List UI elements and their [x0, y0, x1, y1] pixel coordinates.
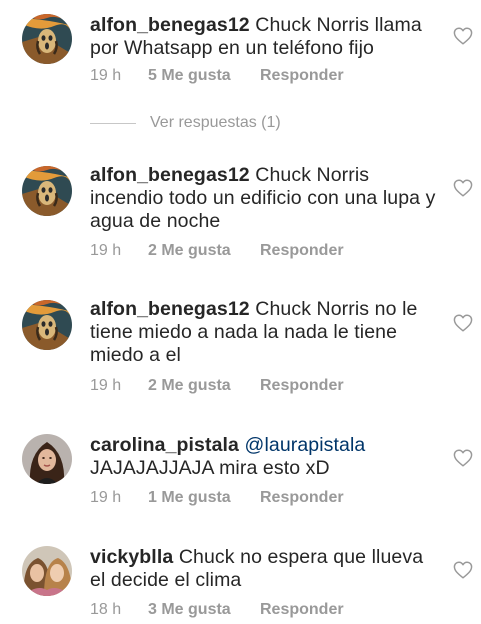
- reply-button[interactable]: Responder: [260, 601, 344, 619]
- comment-time: 18 h: [90, 601, 122, 618]
- comment-text: carolina_pistala @laurapistala JAJAJAJJA…: [90, 434, 440, 480]
- heart-icon[interactable]: [453, 561, 473, 579]
- comment-likes[interactable]: 1 Me gusta: [148, 489, 260, 507]
- avatar[interactable]: [22, 546, 72, 596]
- view-replies-label: Ver respuestas (1): [150, 114, 281, 131]
- comment-username[interactable]: carolina_pistala: [90, 434, 239, 456]
- comment-text: alfon_benegas12 Chuck Norris no le tiene…: [90, 298, 440, 367]
- avatar[interactable]: [22, 434, 72, 484]
- comment-mention[interactable]: @laurapistala: [245, 434, 366, 456]
- comment-username[interactable]: alfon_benegas12: [90, 164, 250, 186]
- heart-icon[interactable]: [453, 314, 473, 332]
- avatar[interactable]: [22, 14, 72, 64]
- comment-text: vickyblla Chuck no espera que llueva el …: [90, 546, 440, 592]
- comment-text: alfon_benegas12 Chuck Norris incendio to…: [90, 164, 440, 233]
- comment-username[interactable]: alfon_benegas12: [90, 298, 250, 320]
- reply-button[interactable]: Responder: [260, 242, 344, 260]
- comment-likes[interactable]: 3 Me gusta: [148, 601, 260, 619]
- reply-button[interactable]: Responder: [260, 67, 344, 85]
- comment-text: alfon_benegas12 Chuck Norris llama por W…: [90, 14, 440, 60]
- avatar[interactable]: [22, 300, 72, 350]
- comment-likes[interactable]: 2 Me gusta: [148, 242, 260, 260]
- comment-time: 19 h: [90, 377, 122, 394]
- reply-button[interactable]: Responder: [260, 377, 344, 395]
- comment-time: 19 h: [90, 242, 122, 259]
- comment-meta: 19 h 5 Me gusta Responder: [90, 67, 344, 85]
- view-replies-button[interactable]: Ver respuestas (1): [90, 114, 281, 136]
- replies-divider: [90, 122, 136, 124]
- avatar[interactable]: [22, 166, 72, 216]
- comment-username[interactable]: alfon_benegas12: [90, 14, 250, 36]
- heart-icon[interactable]: [453, 449, 473, 467]
- comment-body: JAJAJAJJAJA mira esto xD: [90, 457, 330, 479]
- comment-meta: 18 h 3 Me gusta Responder: [90, 601, 344, 619]
- reply-button[interactable]: Responder: [260, 489, 344, 507]
- comment-meta: 19 h 1 Me gusta Responder: [90, 489, 344, 507]
- comment-meta: 19 h 2 Me gusta Responder: [90, 242, 344, 260]
- comment-likes[interactable]: 5 Me gusta: [148, 67, 260, 85]
- comment-meta: 19 h 2 Me gusta Responder: [90, 377, 344, 395]
- comment-username[interactable]: vickyblla: [90, 546, 173, 568]
- heart-icon[interactable]: [453, 27, 473, 45]
- heart-icon[interactable]: [453, 179, 473, 197]
- comment-time: 19 h: [90, 67, 122, 84]
- comment-time: 19 h: [90, 489, 122, 506]
- comment-likes[interactable]: 2 Me gusta: [148, 377, 260, 395]
